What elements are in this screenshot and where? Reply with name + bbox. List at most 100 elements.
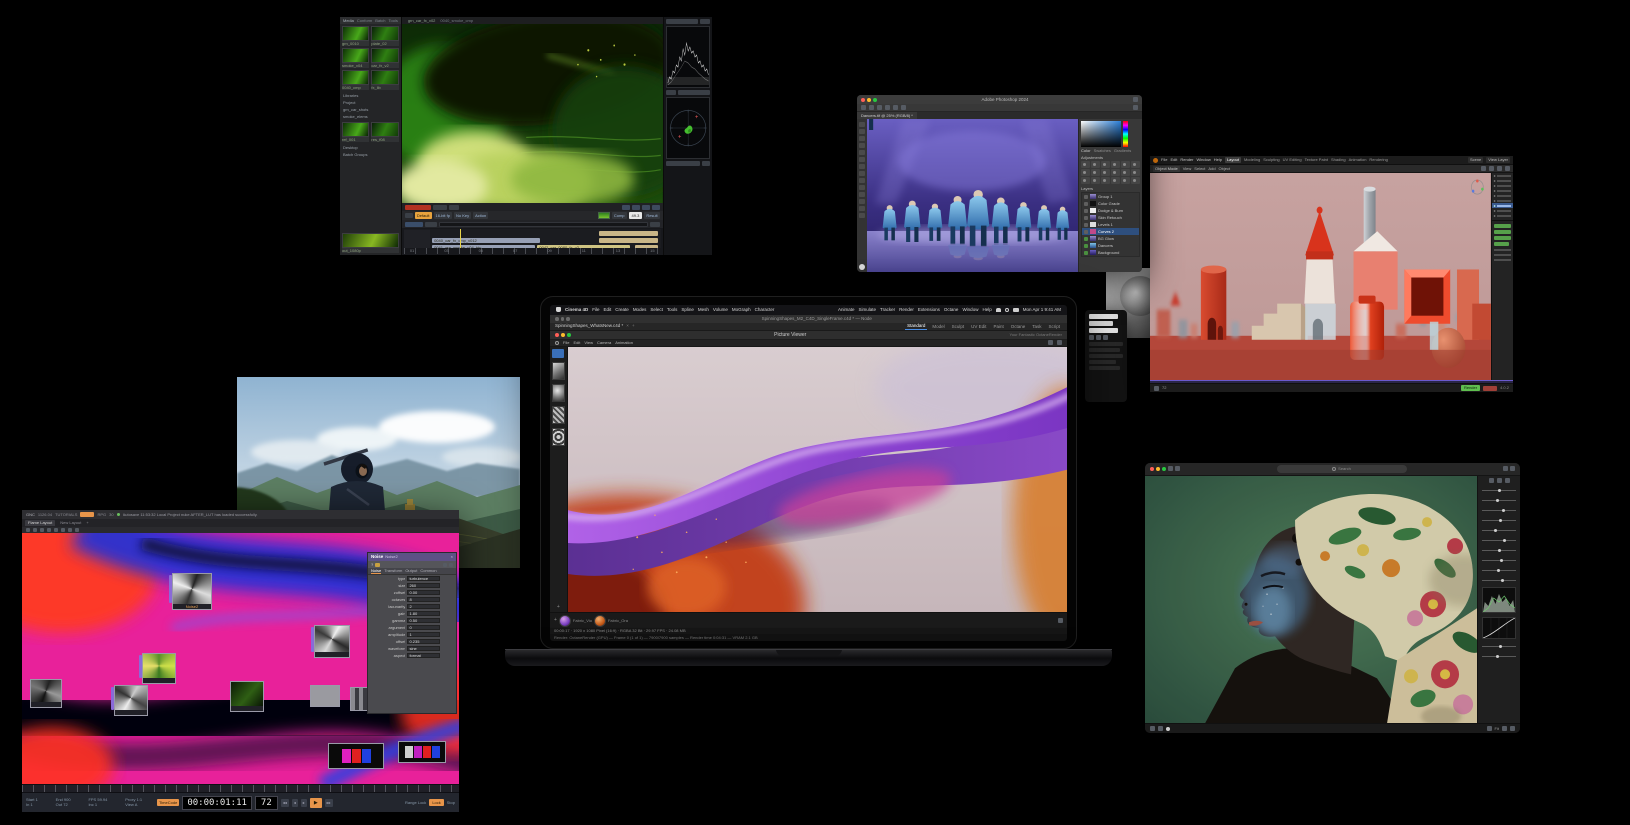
param-row[interactable]: gamma 0.50 bbox=[368, 617, 456, 624]
flame-tab-batch[interactable]: Batch bbox=[375, 18, 385, 23]
sidebar-toggle-icon[interactable] bbox=[1168, 466, 1173, 472]
layer-row[interactable]: Group 1 bbox=[1082, 193, 1139, 200]
render-pass-toggle[interactable] bbox=[1493, 224, 1511, 228]
share-icon[interactable] bbox=[1133, 97, 1138, 102]
zoom-fit-label[interactable]: Fit bbox=[1495, 726, 1499, 731]
auto-select-icon[interactable] bbox=[877, 105, 882, 110]
clip-thumbnail[interactable]: smoke_v04 bbox=[342, 48, 370, 68]
move-tool-icon[interactable] bbox=[861, 105, 866, 110]
snap-icon[interactable] bbox=[1481, 166, 1486, 171]
next-frame-button[interactable]: ▸ bbox=[300, 798, 307, 807]
blender-viewport[interactable] bbox=[1150, 173, 1491, 380]
adjustment-slider[interactable] bbox=[1482, 566, 1516, 574]
menu-create[interactable]: Create bbox=[615, 307, 629, 312]
workspace-tab[interactable]: Shading bbox=[1331, 158, 1346, 162]
panel-tab-color[interactable]: Color bbox=[1081, 149, 1091, 153]
foreground-color-swatch[interactable] bbox=[859, 264, 865, 270]
transport-chip[interactable] bbox=[448, 204, 459, 210]
fullscreen-icon[interactable] bbox=[1510, 726, 1515, 732]
node-thumbnail[interactable]: Noise2 bbox=[169, 573, 212, 610]
photoshop-titlebar[interactable]: Adobe Photoshop 2024 bbox=[857, 95, 1142, 104]
playback-icon[interactable] bbox=[1154, 385, 1159, 391]
settings-icon[interactable] bbox=[1510, 466, 1515, 472]
param-row[interactable]: argument 0 bbox=[368, 624, 456, 631]
menu-render[interactable]: Render bbox=[1180, 158, 1193, 162]
layer-row-selected[interactable]: Curves 2 bbox=[1082, 228, 1139, 235]
vectorscope[interactable] bbox=[665, 97, 710, 159]
menu-simulate[interactable]: Simulate bbox=[859, 307, 877, 312]
app-menu[interactable]: Cinema 4D bbox=[565, 307, 588, 312]
flame-viewer[interactable] bbox=[401, 24, 663, 204]
help-icon[interactable]: ? bbox=[371, 562, 373, 567]
layout-tab[interactable]: Script bbox=[1046, 323, 1062, 330]
adjustment-slider[interactable] bbox=[1482, 496, 1516, 504]
crop-tool[interactable] bbox=[859, 150, 865, 155]
default-button[interactable]: Default bbox=[414, 212, 432, 220]
menu-volume[interactable]: Volume bbox=[713, 307, 728, 312]
view-chip[interactable] bbox=[631, 204, 640, 210]
clip-thumbnail[interactable]: res_f08 bbox=[371, 122, 399, 142]
workspace-icon[interactable] bbox=[1133, 105, 1138, 110]
transform-icon[interactable] bbox=[885, 105, 890, 110]
track-chip[interactable] bbox=[404, 221, 423, 227]
pv-menu-camera[interactable]: Camera bbox=[597, 340, 611, 345]
node-thumbnail[interactable] bbox=[30, 679, 62, 708]
center-icon[interactable] bbox=[443, 562, 447, 567]
menu-animate[interactable]: Animate bbox=[838, 307, 855, 312]
layout-tab-active[interactable]: Flame Layout bbox=[25, 520, 56, 526]
tab-transform[interactable]: Transform bbox=[384, 569, 402, 573]
stop-render-chip[interactable] bbox=[1483, 385, 1498, 391]
track-chip[interactable] bbox=[649, 221, 660, 227]
flame-timeline[interactable]: 0040_car_fx_cmp_v012 0041_grn_smoke_v04_… bbox=[401, 228, 663, 255]
render-pass-toggle[interactable] bbox=[1493, 230, 1511, 234]
menu-help[interactable]: Help bbox=[982, 307, 991, 312]
layer-row[interactable]: Dancers bbox=[1082, 242, 1139, 249]
view-layer-selector[interactable]: View Layer bbox=[1486, 157, 1510, 163]
magnifier-icon[interactable] bbox=[555, 340, 559, 345]
adjustment-slider[interactable] bbox=[1482, 652, 1516, 660]
result-button[interactable]: Result bbox=[644, 212, 660, 220]
param-row[interactable]: waveform sine bbox=[368, 645, 456, 652]
tool-chip[interactable] bbox=[404, 213, 413, 219]
render-viewport[interactable] bbox=[567, 346, 1067, 613]
view-chip[interactable] bbox=[621, 204, 630, 210]
param-row[interactable]: aspect format bbox=[368, 652, 456, 659]
close-tab-icon[interactable]: × bbox=[626, 324, 629, 329]
timecode-mode-button[interactable]: TimeCode bbox=[157, 799, 180, 806]
adjustment-slider[interactable] bbox=[1482, 642, 1516, 650]
apple-menu-icon[interactable] bbox=[556, 307, 561, 313]
param-row[interactable]: amplitude 1 bbox=[368, 631, 456, 638]
align-icon[interactable] bbox=[869, 105, 874, 110]
scene-selector[interactable]: Scene bbox=[1467, 157, 1484, 163]
pen-tool[interactable] bbox=[859, 206, 865, 211]
workspace-tab[interactable]: Layout bbox=[1224, 157, 1241, 163]
layout-tab[interactable]: Model bbox=[930, 323, 946, 330]
wand-tool[interactable] bbox=[859, 143, 865, 148]
curve-panel[interactable] bbox=[1482, 616, 1516, 639]
photo-canvas[interactable] bbox=[1145, 475, 1478, 724]
pv-menu-edit[interactable]: Edit bbox=[573, 340, 580, 345]
layout-tab-standard[interactable]: Standard bbox=[905, 322, 928, 331]
lock-icon[interactable] bbox=[449, 562, 453, 567]
param-row[interactable]: gain 1.80 bbox=[368, 610, 456, 617]
close-icon[interactable] bbox=[1150, 466, 1154, 471]
panel-tab-swatches[interactable]: Swatches bbox=[1094, 149, 1111, 153]
viewer-tab[interactable]: 0040_smoke_cmp bbox=[440, 18, 473, 23]
menu-edit[interactable]: Edit bbox=[604, 307, 612, 312]
flame-tab-conform[interactable]: Conform bbox=[357, 18, 372, 23]
menu-file[interactable]: File bbox=[592, 307, 599, 312]
eraser-tool[interactable] bbox=[859, 185, 865, 190]
playhead[interactable] bbox=[460, 229, 462, 248]
timeline-clip[interactable]: 0040_car_fx_cmp_v012 bbox=[432, 238, 540, 244]
tab-output[interactable]: Output bbox=[405, 569, 417, 573]
zoom-icon[interactable] bbox=[567, 332, 571, 337]
track-chip[interactable] bbox=[424, 221, 437, 227]
prev-frame-button[interactable]: ◂ bbox=[291, 798, 298, 807]
comp-button[interactable]: Comp bbox=[611, 212, 627, 220]
clip-thumbnail[interactable]: fx_lib bbox=[371, 70, 399, 90]
menu-character[interactable]: Character bbox=[755, 307, 775, 312]
active-tool-icon[interactable] bbox=[552, 348, 565, 358]
nuke-frame-ruler[interactable] bbox=[22, 784, 459, 792]
menu-file[interactable]: File bbox=[1161, 158, 1167, 162]
layer-row[interactable]: Dodge & Burn bbox=[1082, 207, 1139, 214]
